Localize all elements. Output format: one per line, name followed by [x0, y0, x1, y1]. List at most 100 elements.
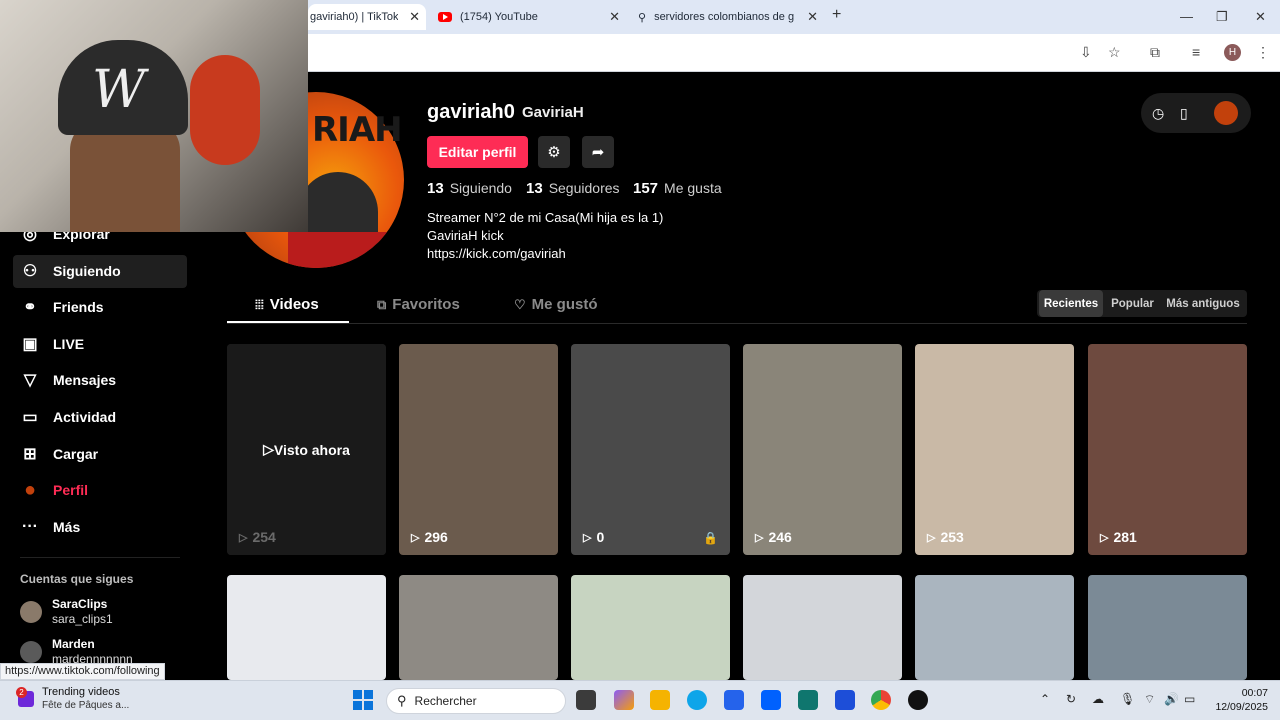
store-icon[interactable] [724, 690, 744, 710]
webcam-overlay: W [0, 0, 308, 232]
microphone-icon[interactable]: 🎙 [1120, 692, 1135, 706]
coins-icon[interactable]: ◷ [1152, 105, 1164, 122]
device-icon[interactable]: ▯ [1180, 105, 1188, 122]
video-card[interactable] [571, 575, 730, 680]
edit-profile-button[interactable]: Editar perfil [427, 136, 528, 168]
play-icon: ▷ [583, 531, 592, 544]
chevron-up-icon[interactable]: ⌃ [1040, 692, 1050, 706]
play-icon: ▷ [927, 531, 936, 544]
sidebar-item-mas[interactable]: ··· Más [20, 513, 80, 541]
widgets-icon: 2 [16, 687, 34, 707]
stat-value: 13 [427, 180, 444, 197]
minimize-button[interactable]: — [1180, 9, 1193, 24]
sidebar-item-friends[interactable]: ⚭ Friends [20, 293, 103, 321]
sort-mas-antiguos[interactable]: Más antiguos [1162, 290, 1244, 317]
close-tab-icon[interactable]: ✕ [609, 9, 620, 25]
taskbar-search-input[interactable]: ⚲ Rechercher [386, 688, 566, 714]
view-count: ▷ 296 [411, 529, 448, 545]
close-tab-icon[interactable]: ✕ [807, 9, 818, 25]
dropbox-icon[interactable] [761, 690, 781, 710]
stat-following[interactable]: 13 Siguiendo [427, 180, 512, 197]
stat-likes: 157 Me gusta [633, 180, 722, 197]
sort-popular[interactable]: Popular [1105, 290, 1160, 317]
tab-videos[interactable]: ⦙⦙⦙ Videos [255, 296, 319, 313]
grid-icon: ⦙⦙⦙ [255, 296, 264, 312]
profile-username: gaviriah0 [427, 101, 515, 123]
user-avatar[interactable] [1214, 101, 1238, 125]
sidebar-item-mensajes[interactable]: ▽ Mensajes [20, 366, 116, 394]
bio-line: GaviriaH kick [427, 228, 504, 243]
task-view-icon[interactable] [576, 690, 596, 710]
windows-start-icon[interactable] [353, 690, 373, 710]
view-count-value: 296 [424, 529, 448, 545]
video-card[interactable] [227, 575, 386, 680]
cloud-icon[interactable]: ☁ [1092, 692, 1104, 706]
media-control-icon[interactable]: ≡ [1192, 44, 1200, 60]
news-widget[interactable]: 2 Trending videos Fête de Pâques a... [16, 686, 129, 712]
video-card[interactable]: ▷ 246 [743, 344, 902, 555]
tab-search[interactable]: ⚲ servidores colombianos de gta ✕ [630, 4, 824, 30]
tab-label: Me gustó [531, 296, 598, 313]
tab-tiktok[interactable]: gaviriah0) | TikTok ✕ [308, 4, 426, 30]
copilot-icon[interactable] [614, 690, 634, 710]
sidebar-item-cargar[interactable]: ⊞ Cargar [20, 440, 98, 468]
close-tab-icon[interactable]: ✕ [409, 9, 420, 25]
browser-menu-icon[interactable]: ⋮ [1256, 44, 1270, 61]
view-count: ▷ 254 [239, 529, 276, 545]
video-card[interactable]: ▷ Visto ahora ▷ 254 [227, 344, 386, 555]
video-card[interactable]: ▷ 253 [915, 344, 1074, 555]
video-card[interactable]: ▷ 296 [399, 344, 558, 555]
video-card[interactable] [743, 575, 902, 680]
chrome-icon[interactable] [871, 690, 891, 710]
video-card[interactable] [399, 575, 558, 680]
share-button[interactable]: ➦ [582, 136, 614, 168]
sidebar-item-perfil[interactable]: ● Perfil [20, 476, 88, 504]
sidebar-item-actividad[interactable]: ▭ Actividad [20, 403, 116, 431]
volume-icon[interactable]: 🔊 [1164, 692, 1179, 706]
bookmark-star-icon[interactable]: ☆ [1108, 44, 1121, 61]
close-window-button[interactable]: ✕ [1255, 9, 1266, 25]
tab-youtube[interactable]: (1754) YouTube ✕ [430, 4, 626, 30]
sidebar-item-siguiendo[interactable]: ⚇ Siguiendo [20, 257, 121, 285]
edge-icon[interactable] [687, 690, 707, 710]
search-icon: ⚲ [638, 11, 647, 24]
view-count: ▷ 0 [583, 529, 604, 545]
sort-recientes[interactable]: Recientes [1039, 290, 1103, 317]
app-icon[interactable] [798, 690, 818, 710]
stat-followers[interactable]: 13 Seguidores [526, 180, 620, 197]
heart-icon: ♡ [514, 296, 526, 312]
taskbar-clock[interactable]: 00:07 12/09/2025 [1202, 686, 1268, 714]
refresh-icon[interactable]: ↻ [1066, 692, 1076, 706]
browser-profile-avatar[interactable]: H [1224, 44, 1241, 61]
maximize-button[interactable]: ❐ [1216, 9, 1228, 25]
bio-link[interactable]: https://kick.com/gaviriah [427, 246, 566, 261]
followed-account[interactable]: SaraClips sara_clips1 [20, 597, 113, 627]
bio-line: Streamer N°2 de mi Casa(Mi hija es la 1) [427, 210, 664, 225]
video-card[interactable]: ▷ 0 🔒 [571, 344, 730, 555]
install-app-icon[interactable]: ⇩ [1080, 44, 1092, 61]
file-explorer-icon[interactable] [650, 690, 670, 710]
watched-overlay: ▷ Visto ahora [227, 344, 386, 555]
sidebar-item-label: Perfil [53, 482, 89, 498]
outlook-icon[interactable] [835, 690, 855, 710]
new-tab-button[interactable]: + [832, 6, 841, 24]
video-card[interactable] [1088, 575, 1247, 680]
extensions-icon[interactable]: ⧉ [1150, 44, 1160, 61]
view-count: ▷ 253 [927, 529, 964, 545]
tab-me-gusto[interactable]: ♡ Me gustó [514, 296, 598, 313]
news-badge: 2 [16, 687, 27, 698]
view-count-value: 281 [1113, 529, 1137, 545]
app-icon[interactable] [908, 690, 928, 710]
tab-label: Favoritos [392, 296, 460, 313]
video-card[interactable]: ▷ 281 [1088, 344, 1247, 555]
wifi-icon[interactable]: ⌔ [1144, 692, 1155, 707]
video-card[interactable] [915, 575, 1074, 680]
tab-favoritos[interactable]: ⧉ Favoritos [377, 296, 460, 313]
settings-button[interactable]: ⚙ [538, 136, 570, 168]
battery-icon[interactable]: ▭ [1184, 692, 1195, 706]
tab-divider [227, 323, 1247, 324]
status-bar-url: https://www.tiktok.com/following [0, 663, 165, 680]
following-accounts-title: Cuentas que sigues [20, 572, 134, 586]
messages-icon: ▽ [23, 372, 37, 389]
sidebar-item-live[interactable]: ▣ LIVE [20, 330, 84, 358]
